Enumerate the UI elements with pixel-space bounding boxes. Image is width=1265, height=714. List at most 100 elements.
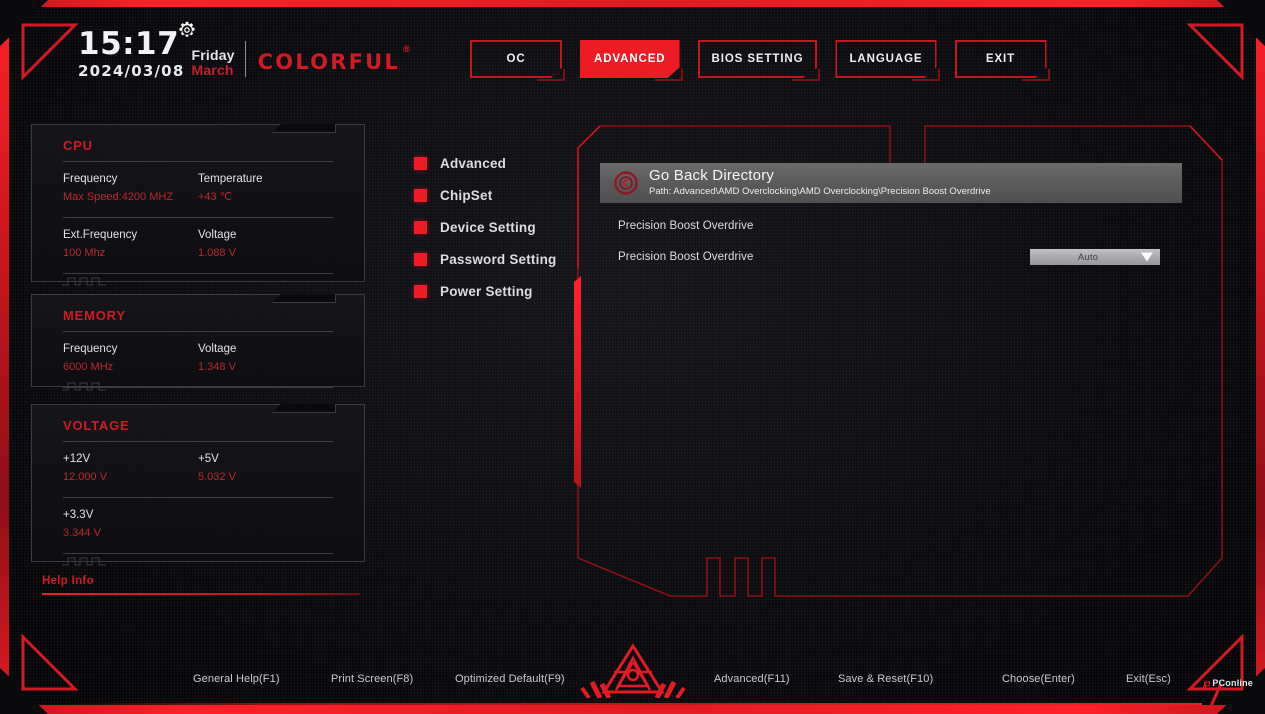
setting-section-heading: Precision Boost Overdrive: [618, 220, 754, 232]
back-arrow-circle-icon: [613, 170, 639, 196]
bios-screen: 15:17 2024/03/08 Friday March COLORFUL®: [0, 0, 1265, 714]
main-nav-tabs: OC ADVANCED BIOS SETTING LANGUAGE EXIT: [470, 40, 1050, 81]
tab-language[interactable]: LANGUAGE: [835, 40, 940, 81]
frame-bottom-edge: [0, 705, 1265, 714]
menu-item-advanced[interactable]: Advanced: [414, 152, 556, 174]
info-cell: +5V 5.032 V: [198, 451, 333, 487]
tab-exit[interactable]: EXIT: [954, 40, 1050, 81]
menu-item-device-setting[interactable]: Device Setting: [414, 216, 556, 238]
info-label: Voltage: [198, 343, 237, 355]
help-info-label: Help Info: [42, 575, 94, 587]
panel-notch: [272, 404, 336, 413]
fn-key-save-reset[interactable]: Save & Reset(F10): [838, 673, 933, 685]
info-value: 1.088 V: [198, 247, 236, 260]
precision-boost-overdrive-dropdown[interactable]: Auto: [1030, 249, 1160, 265]
info-row: +12V 12.000 V +5V 5.032 V: [32, 442, 364, 497]
tab-oc[interactable]: OC: [470, 40, 565, 81]
panel-castellation: [62, 378, 106, 391]
fn-key-optimized-default[interactable]: Optimized Default(F9): [455, 673, 565, 685]
panel-notch: [272, 124, 336, 133]
info-value: 6000 MHz: [63, 361, 114, 374]
info-label: Frequency: [63, 173, 118, 185]
bullet-square-icon: [414, 188, 427, 202]
menu-item-chipset[interactable]: ChipSet: [414, 184, 556, 206]
colorful-triangle-emblem-icon: [578, 642, 688, 703]
menu-item-password-setting[interactable]: Password Setting: [414, 248, 556, 270]
info-row: Frequency Max Speed:4200 MHZ Temperature…: [32, 162, 364, 217]
clock-day-name: Friday: [191, 46, 235, 63]
setting-row-precision-boost-overdrive[interactable]: Precision Boost Overdrive Auto: [600, 245, 1182, 269]
clock-date: 2024/03/08: [78, 62, 185, 80]
setting-section-heading-row: Precision Boost Overdrive: [600, 214, 1182, 238]
info-cell: Temperature +43 ℃: [198, 171, 333, 207]
fn-key-choose[interactable]: Choose(Enter): [1002, 673, 1075, 685]
info-cell: +3.3V 3.344 V: [63, 507, 198, 543]
info-cell: Voltage 1.348 V: [198, 341, 333, 377]
info-label: Temperature: [198, 173, 263, 185]
bullet-square-icon: [414, 252, 427, 266]
info-value: 5.032 V: [198, 471, 236, 484]
clock-block: 15:17 2024/03/08 Friday March COLORFUL ®: [78, 21, 412, 80]
brand-registered-mark: ®: [401, 45, 414, 55]
menu-item-label: Advanced: [440, 155, 507, 171]
menu-item-label: Device Setting: [440, 219, 536, 235]
brand-logo: COLORFUL ®: [257, 45, 412, 74]
gear-icon: [178, 21, 196, 44]
fn-key-general-help[interactable]: General Help(F1): [193, 673, 280, 685]
main-panel-accent-bar: [574, 276, 581, 488]
frame-left-edge: [0, 0, 9, 714]
info-value: 3.344 V: [63, 527, 101, 540]
tab-oc-label: OC: [506, 53, 526, 65]
tab-bios-setting[interactable]: BIOS SETTING: [697, 40, 821, 81]
info-label: +3.3V: [63, 508, 94, 521]
info-cell: Frequency Max Speed:4200 MHZ: [63, 171, 198, 207]
info-cell: [198, 507, 333, 543]
footer-bar: General Help(F1) Print Screen(F8) Optimi…: [0, 643, 1265, 709]
fn-key-advanced[interactable]: Advanced(F11): [714, 673, 790, 685]
go-back-directory-row[interactable]: Go Back Directory Path: Advanced\AMD Ove…: [600, 163, 1182, 203]
pconline-mark: ℘: [1202, 677, 1211, 689]
panel-notch: [272, 294, 336, 303]
fn-key-print-screen[interactable]: Print Screen(F8): [331, 673, 413, 685]
setting-label: Precision Boost Overdrive: [618, 251, 754, 263]
bullet-square-icon: [414, 156, 427, 170]
info-cell: Frequency 6000 MHz: [63, 341, 198, 377]
info-panel-memory: MEMORY Frequency 6000 MHz Voltage 1.348 …: [31, 294, 365, 391]
info-value: 1.348 V: [198, 361, 236, 374]
menu-item-power-setting[interactable]: Power Setting: [414, 280, 556, 302]
tab-exit-label: EXIT: [985, 53, 1016, 65]
info-label: Voltage: [198, 228, 237, 241]
info-label: Ext.Frequency: [63, 228, 138, 241]
panel-castellation: [62, 273, 106, 286]
info-cell: +12V 12.000 V: [63, 451, 198, 487]
menu-item-label: Password Setting: [440, 251, 557, 267]
tab-language-label: LANGUAGE: [849, 53, 923, 65]
panel-castellation: [62, 553, 106, 566]
menu-item-label: ChipSet: [440, 187, 493, 203]
info-value: Max Speed:4200 MHZ: [63, 191, 174, 204]
tab-advanced[interactable]: ADVANCED: [580, 40, 683, 81]
category-menu: Advanced ChipSet Device Setting Password…: [414, 152, 556, 312]
bullet-square-icon: [414, 220, 427, 234]
info-label: +12V: [63, 453, 91, 465]
info-label: Frequency: [63, 343, 118, 355]
clock-time: 15:17: [78, 26, 180, 62]
info-panel-voltage: VOLTAGE +12V 12.000 V +5V 5.032 V +3.3V …: [31, 404, 365, 566]
header-divider: [244, 41, 246, 77]
main-content-area: Go Back Directory Path: Advanced\AMD Ove…: [600, 163, 1182, 269]
brand-logo-text: COLORFUL: [257, 50, 400, 74]
help-info-rule: [42, 593, 360, 595]
info-row: Ext.Frequency 100 Mhz Voltage 1.088 V: [32, 218, 364, 273]
go-back-path: Path: Advanced\AMD Overclocking\AMD Over…: [649, 186, 991, 198]
header-bar: 15:17 2024/03/08 Friday March COLORFUL®: [0, 7, 1265, 97]
go-back-title: Go Back Directory: [649, 167, 775, 185]
info-label: +5V: [198, 453, 219, 465]
info-panel-cpu: CPU Frequency Max Speed:4200 MHZ Tempera…: [31, 124, 365, 286]
tab-advanced-label: ADVANCED: [594, 53, 666, 65]
info-value: +43 ℃: [198, 191, 233, 204]
day-month-block: Friday March: [191, 46, 235, 78]
bullet-square-icon: [414, 284, 427, 298]
info-value: 100 Mhz: [63, 247, 106, 260]
fn-key-exit[interactable]: Exit(Esc): [1126, 673, 1171, 685]
frame-top-edge: [0, 0, 1265, 7]
